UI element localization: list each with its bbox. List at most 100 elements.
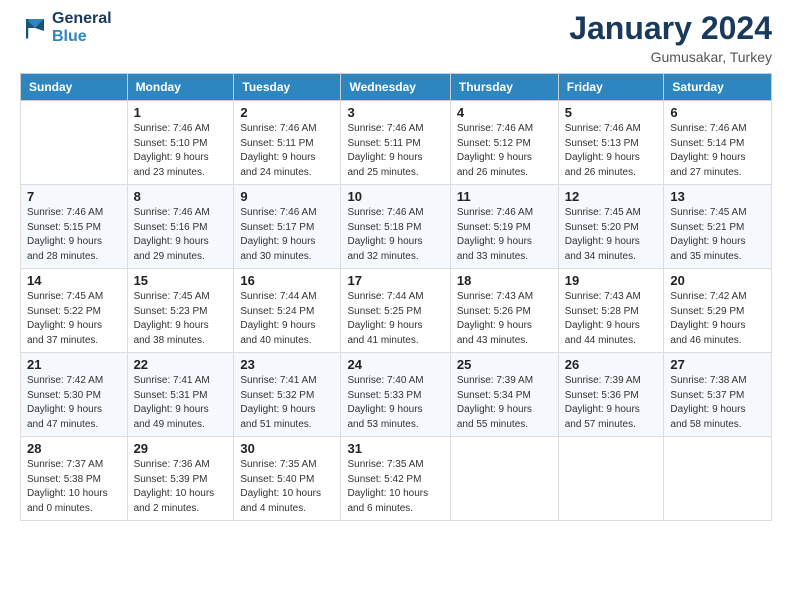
calendar-cell: 30Sunrise: 7:35 AMSunset: 5:40 PMDayligh… <box>234 437 341 521</box>
day-info-line: Daylight: 9 hours <box>134 320 209 331</box>
day-info-line: Sunrise: 7:36 AM <box>134 459 210 470</box>
calendar-cell: 27Sunrise: 7:38 AMSunset: 5:37 PMDayligh… <box>664 353 772 437</box>
day-number: 20 <box>670 273 765 288</box>
logo: General Blue <box>20 10 112 45</box>
page: General Blue January 2024 Gumusakar, Tur… <box>0 0 792 612</box>
day-info-line: and 44 minutes. <box>565 335 636 346</box>
day-info-line: Sunrise: 7:46 AM <box>347 123 423 134</box>
col-header-saturday: Saturday <box>664 74 772 101</box>
day-info-line: Sunset: 5:11 PM <box>347 138 420 149</box>
day-info-line: Daylight: 9 hours <box>457 320 532 331</box>
calendar-cell: 1Sunrise: 7:46 AMSunset: 5:10 PMDaylight… <box>127 101 234 185</box>
col-header-monday: Monday <box>127 74 234 101</box>
col-header-friday: Friday <box>558 74 664 101</box>
day-info-line: Sunrise: 7:46 AM <box>347 207 423 218</box>
day-info-line: Sunrise: 7:42 AM <box>670 291 746 302</box>
day-info-line: Daylight: 9 hours <box>670 404 745 415</box>
day-info-line: and 32 minutes. <box>347 251 418 262</box>
day-info-line: Sunset: 5:32 PM <box>240 390 314 401</box>
day-info-line: Sunrise: 7:46 AM <box>457 123 533 134</box>
calendar-header-row: SundayMondayTuesdayWednesdayThursdayFrid… <box>21 74 772 101</box>
day-info-line: and 55 minutes. <box>457 419 528 430</box>
day-info-line: and 27 minutes. <box>670 167 741 178</box>
day-info-line: Daylight: 9 hours <box>457 236 532 247</box>
day-info: Sunrise: 7:45 AMSunset: 5:21 PMDaylight:… <box>670 206 765 264</box>
calendar-cell: 25Sunrise: 7:39 AMSunset: 5:34 PMDayligh… <box>450 353 558 437</box>
day-info: Sunrise: 7:41 AMSunset: 5:32 PMDaylight:… <box>240 374 334 432</box>
day-info: Sunrise: 7:46 AMSunset: 5:14 PMDaylight:… <box>670 122 765 180</box>
calendar-cell: 23 Sunrise: 7:41 AMSunset: 5:32 PMDayligh… <box>234 353 341 437</box>
calendar-cell: 26Sunrise: 7:39 AMSunset: 5:36 PMDayligh… <box>558 353 664 437</box>
day-info: Sunrise: 7:43 AM Sunset: 5:26 PM Daylight:… <box>457 290 552 348</box>
day-info-line: Sunset: 5:40 PM <box>240 474 314 485</box>
day-info-line: Sunset: 5:36 PM <box>565 390 639 401</box>
day-info: Sunrise: 7:46 AMSunset: 5:16 PMDaylight:… <box>134 206 228 264</box>
day-info-line: and 57 minutes. <box>565 419 636 430</box>
day-info-line: and 25 minutes. <box>347 167 418 178</box>
day-info-line: and 6 minutes. <box>347 503 413 514</box>
day-number: 26 <box>565 357 658 372</box>
day-info-line: and 43 minutes. <box>457 335 528 346</box>
day-info-line: Daylight: 10 hours <box>27 488 108 499</box>
col-header-thursday: Thursday <box>450 74 558 101</box>
day-info: Sunrise: 7:43 AMSunset: 5:28 PMDaylight:… <box>565 290 658 348</box>
day-info-line: Sunrise: 7:40 AM <box>347 375 423 386</box>
calendar-cell: 21Sunrise: 7:42 AMSunset: 5:30 PMDayligh… <box>21 353 128 437</box>
day-info-line: Sunrise: 7:46 AM <box>134 207 210 218</box>
day-number: 22 <box>134 357 228 372</box>
day-info-line: and 4 minutes. <box>240 503 306 514</box>
day-info-line: Sunset: 5:17 PM <box>240 222 314 233</box>
day-info-line: and 47 minutes. <box>27 419 98 430</box>
day-info-line: and 0 minutes. <box>27 503 93 514</box>
day-info-line: Daylight: 9 hours <box>27 404 102 415</box>
day-info-line: Sunrise: 7:46 AM <box>240 207 316 218</box>
day-info-line: Daylight: 9 hours <box>27 236 102 247</box>
day-info-line: Sunrise: 7:46 AM <box>240 123 316 134</box>
day-info-line: Sunset: 5:12 PM <box>457 138 531 149</box>
day-info-line: Sunset: 5:26 PM <box>457 306 531 317</box>
calendar-cell: 31Sunrise: 7:35 AMSunset: 5:42 PMDayligh… <box>341 437 450 521</box>
day-number: 1 <box>134 105 228 120</box>
day-info-line: Daylight: 9 hours <box>134 152 209 163</box>
col-header-wednesday: Wednesday <box>341 74 450 101</box>
day-info-line: and 53 minutes. <box>347 419 418 430</box>
logo-text: General Blue <box>52 10 112 45</box>
day-info-line: and 26 minutes. <box>565 167 636 178</box>
day-info-line: Sunset: 5:38 PM <box>27 474 101 485</box>
day-number: 3 <box>347 105 443 120</box>
day-number: 31 <box>347 441 443 456</box>
calendar-cell: 24 Sunrise: 7:40 AMSunset: 5:33 PMDayligh… <box>341 353 450 437</box>
day-info-line: Sunset: 5:23 PM <box>134 306 208 317</box>
calendar-cell: 2Sunrise: 7:46 AMSunset: 5:11 PMDaylight… <box>234 101 341 185</box>
day-info: Sunrise: 7:44 AMSunset: 5:24 PMDaylight:… <box>240 290 334 348</box>
day-number: 19 <box>565 273 658 288</box>
day-number: 16 <box>240 273 334 288</box>
day-info-line: Sunrise: 7:43 AM <box>457 291 533 302</box>
calendar-cell: 8 Sunrise: 7:46 AMSunset: 5:16 PMDaylight… <box>127 185 234 269</box>
day-number: 11 <box>457 189 552 204</box>
day-number: 8 <box>134 189 228 204</box>
day-info: Sunrise: 7:46 AMSunset: 5:18 PMDaylight:… <box>347 206 443 264</box>
day-number: 9 <box>240 189 334 204</box>
day-info-line: Daylight: 9 hours <box>347 404 422 415</box>
day-info: Sunrise: 7:40 AMSunset: 5:33 PMDaylight:… <box>347 374 443 432</box>
day-info-line: Daylight: 9 hours <box>565 236 640 247</box>
day-info: Sunrise: 7:46 AMSunset: 5:19 PMDaylight:… <box>457 206 552 264</box>
day-info-line: Sunrise: 7:38 AM <box>670 375 746 386</box>
day-number: 29 <box>134 441 228 456</box>
day-number: 23 <box>240 357 334 372</box>
day-info-line: and 37 minutes. <box>27 335 98 346</box>
col-header-tuesday: Tuesday <box>234 74 341 101</box>
day-info-line: Sunset: 5:28 PM <box>565 306 639 317</box>
day-info-line: Daylight: 10 hours <box>240 488 321 499</box>
day-info-line: Daylight: 9 hours <box>240 152 315 163</box>
calendar-cell <box>558 437 664 521</box>
day-info-line: Sunset: 5:25 PM <box>347 306 421 317</box>
day-info-line: Sunset: 5:18 PM <box>347 222 421 233</box>
day-number: 28 <box>27 441 121 456</box>
day-info: Sunrise: 7:45 AMSunset: 5:20 PMDaylight:… <box>565 206 658 264</box>
day-info: Sunrise: 7:42 AMSunset: 5:30 PMDaylight:… <box>27 374 121 432</box>
day-info-line: Daylight: 9 hours <box>565 320 640 331</box>
day-number: 24 <box>347 357 443 372</box>
day-info-line: Sunset: 5:31 PM <box>134 390 208 401</box>
